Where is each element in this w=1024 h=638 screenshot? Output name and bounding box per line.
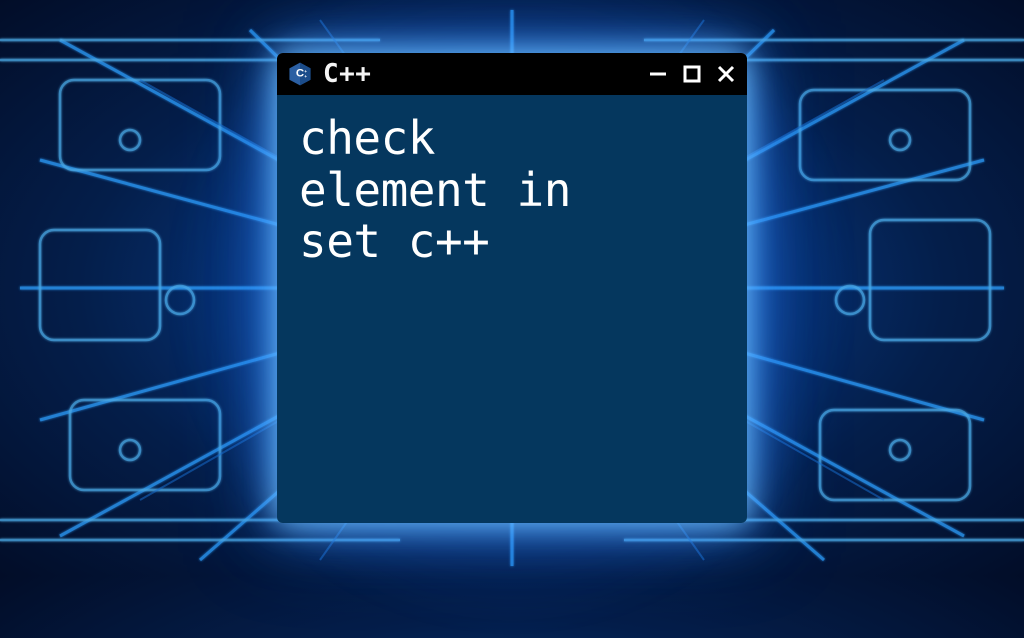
window-title: C++ (323, 59, 637, 89)
svg-text:+: + (304, 74, 307, 79)
window-controls (647, 63, 737, 85)
svg-text:C: C (296, 67, 304, 79)
terminal-window: C + + C++ check element in set c++ (277, 53, 747, 523)
svg-text:+: + (304, 69, 307, 74)
cpp-icon: C + + (287, 61, 313, 87)
minimize-button[interactable] (647, 63, 669, 85)
maximize-button[interactable] (681, 63, 703, 85)
close-button[interactable] (715, 63, 737, 85)
terminal-body[interactable]: check element in set c++ (277, 95, 747, 523)
terminal-content: check element in set c++ (299, 113, 725, 268)
window-titlebar[interactable]: C + + C++ (277, 53, 747, 95)
